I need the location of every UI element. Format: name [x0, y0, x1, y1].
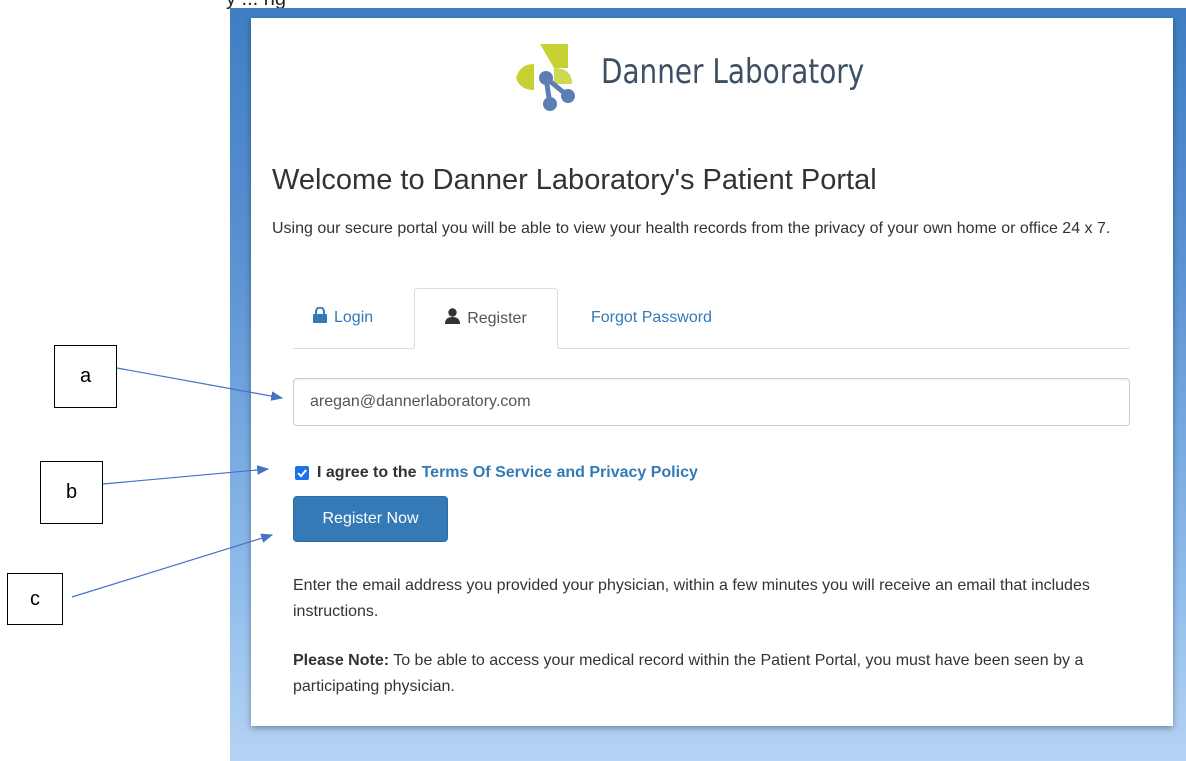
note-text: To be able to access your medical record… [293, 652, 1084, 695]
callout-a: a [54, 345, 117, 408]
tab-login[interactable]: Login [313, 288, 373, 348]
page-title: Welcome to Danner Laboratory's Patient P… [272, 164, 877, 196]
tab-forgot-label: Forgot Password [591, 309, 712, 326]
lock-icon [313, 289, 327, 349]
callout-b: b [40, 461, 103, 524]
user-icon [445, 290, 461, 350]
terms-link[interactable]: Terms Of Service and Privacy Policy [422, 464, 698, 482]
tab-login-label: Login [334, 309, 374, 326]
note-label: Please Note: [293, 652, 390, 669]
tab-forgot-password[interactable]: Forgot Password [591, 288, 712, 348]
danner-logo-icon [510, 38, 596, 118]
email-field[interactable] [293, 378, 1130, 426]
checkmark-icon [297, 469, 307, 478]
please-note: Please Note: To be able to access your m… [293, 648, 1133, 700]
agree-label: I agree to the [317, 464, 417, 481]
agree-checkbox[interactable] [295, 466, 309, 480]
terms-agreement: I agree to the Terms Of Service and Priv… [295, 462, 698, 484]
instructions-text: Enter the email address you provided you… [293, 577, 1090, 620]
brand-name: Danner Laboratory [601, 52, 865, 92]
register-now-button[interactable]: Register Now [293, 496, 448, 542]
callout-c: c [7, 573, 63, 625]
auth-tabs: Login Register Forgot Password [293, 288, 1130, 349]
tab-register[interactable]: Register [414, 288, 558, 349]
page-subtitle: Using our secure portal you will be able… [272, 220, 1111, 237]
tab-register-label: Register [467, 310, 527, 327]
